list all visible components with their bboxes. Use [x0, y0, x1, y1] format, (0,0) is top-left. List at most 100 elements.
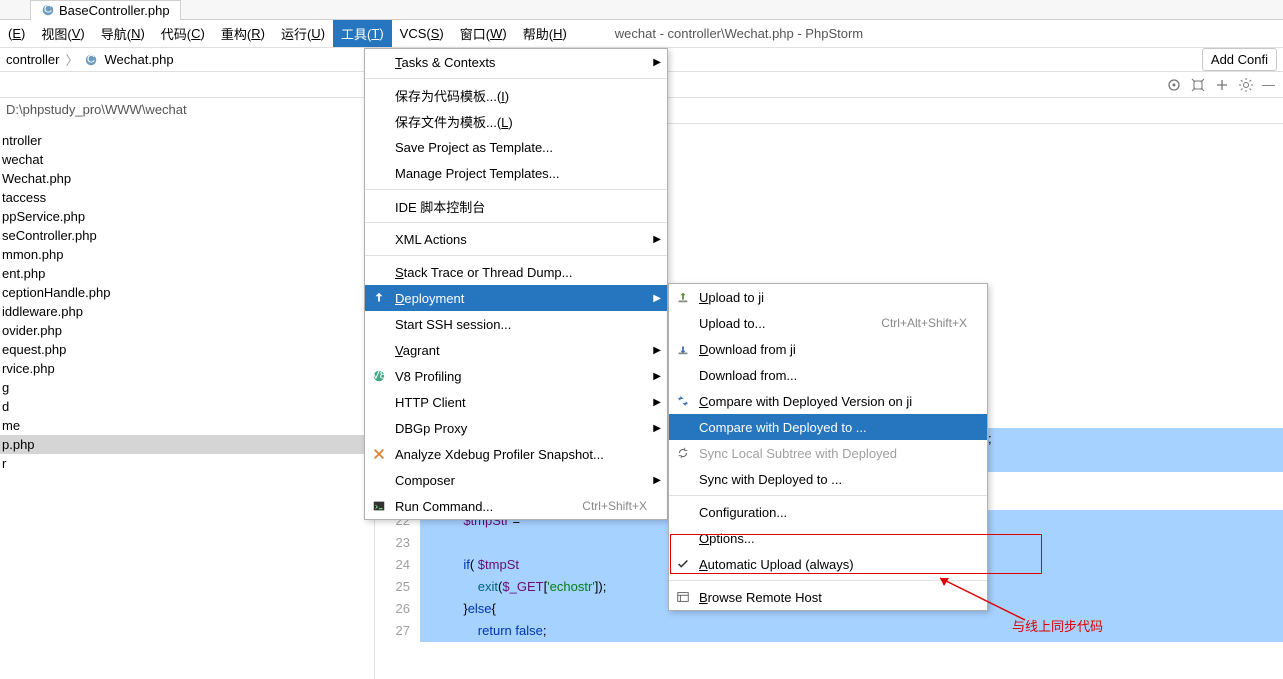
menu-item-label: Sync Local Subtree with Deployed	[699, 446, 897, 461]
menu-item[interactable]: Compare with Deployed Version on ji	[669, 388, 987, 414]
tools-menu: Tasks & Contexts▶ 保存为代码模板...(I)保存文件为模板...…	[364, 48, 668, 520]
deploy-icon	[371, 290, 387, 306]
breadcrumb-part[interactable]: controller	[6, 52, 59, 67]
gutter: 222324252627	[375, 510, 420, 642]
menu-item[interactable]: Analyze Xdebug Profiler Snapshot...	[365, 441, 667, 467]
sidebar-item[interactable]: me	[0, 416, 374, 435]
menu-item[interactable]: Composer▶	[365, 467, 667, 493]
menubar-item[interactable]: 运行(U)	[273, 20, 333, 47]
top-tab-label: BaseController.php	[59, 3, 170, 18]
collapse-icon[interactable]	[1214, 77, 1230, 93]
menu-item-label: Download from...	[699, 368, 797, 383]
menubar-item[interactable]: 工具(T)	[333, 20, 392, 47]
menubar-item[interactable]: VCS(S)	[392, 20, 452, 47]
menu-item[interactable]: Upload to ji	[669, 284, 987, 310]
menu-item-label: Save Project as Template...	[395, 140, 553, 155]
breadcrumb-separator: 〉	[65, 50, 78, 69]
sidebar-item[interactable]: ntroller	[0, 131, 374, 150]
project-root[interactable]: D:\phpstudy_pro\WWW\wechat	[0, 98, 374, 121]
sidebar-item[interactable]: Wechat.php	[0, 169, 374, 188]
sidebar-item[interactable]: ent.php	[0, 264, 374, 283]
menu-item[interactable]: V8V8 Profiling▶	[365, 363, 667, 389]
menubar-item[interactable]: 视图(V)	[33, 20, 92, 47]
menu-item[interactable]: Automatic Upload (always)	[669, 551, 987, 577]
menubar-item[interactable]: (E)	[0, 20, 33, 47]
sidebar-item[interactable]: ceptionHandle.php	[0, 283, 374, 302]
menu-item[interactable]: 保存文件为模板...(L)	[365, 108, 667, 134]
menu-item-label: Stack Trace or Thread Dump...	[395, 265, 573, 280]
menu-item[interactable]: Configuration...	[669, 499, 987, 525]
menu-item[interactable]: DBGp Proxy▶	[365, 415, 667, 441]
menu-item[interactable]: Start SSH session...	[365, 311, 667, 337]
menu-shortcut: Ctrl+Shift+X	[582, 499, 647, 513]
menubar-item[interactable]: 帮助(H)	[515, 20, 575, 47]
sidebar-item[interactable]: wechat	[0, 150, 374, 169]
menubar: (E)视图(V)导航(N)代码(C)重构(R)运行(U)工具(T)VCS(S)窗…	[0, 20, 1283, 48]
sidebar-item[interactable]: r	[0, 454, 374, 473]
sidebar-item[interactable]: rvice.php	[0, 359, 374, 378]
submenu-arrow-icon: ▶	[653, 345, 661, 356]
sync-icon	[675, 445, 691, 461]
window-title: wechat - controller\Wechat.php - PhpStor…	[615, 26, 863, 41]
sidebar-item[interactable]: ppService.php	[0, 207, 374, 226]
menu-item[interactable]: Sync with Deployed to ...	[669, 466, 987, 492]
menubar-item[interactable]: 代码(C)	[153, 20, 213, 47]
menu-shortcut: Ctrl+Alt+Shift+X	[881, 316, 967, 330]
deployment-submenu: Upload to jiUpload to...Ctrl+Alt+Shift+X…	[668, 283, 988, 611]
target-icon[interactable]	[1166, 77, 1182, 93]
menu-item-label: Compare with Deployed to ...	[699, 420, 867, 435]
svg-text:C: C	[44, 4, 52, 16]
menu-item[interactable]: Browse Remote Host	[669, 584, 987, 610]
breadcrumb: controller 〉 C Wechat.php	[6, 50, 174, 69]
sidebar-item[interactable]: ovider.php	[0, 321, 374, 340]
sidebar-item[interactable]: mmon.php	[0, 245, 374, 264]
menu-item[interactable]: Run Command...Ctrl+Shift+X	[365, 493, 667, 519]
svg-text:C: C	[87, 53, 95, 65]
sidebar-item[interactable]: equest.php	[0, 340, 374, 359]
sidebar-item[interactable]: iddleware.php	[0, 302, 374, 321]
menu-item[interactable]: Tasks & Contexts▶	[365, 49, 667, 75]
sidebar-item[interactable]: taccess	[0, 188, 374, 207]
menu-item[interactable]: IDE 脚本控制台	[365, 193, 667, 219]
sidebar-item[interactable]: d	[0, 397, 374, 416]
menu-item[interactable]: Vagrant▶	[365, 337, 667, 363]
menu-item[interactable]: XML Actions▶	[365, 226, 667, 252]
menu-item[interactable]: Save Project as Template...	[365, 134, 667, 160]
menu-item-label: Analyze Xdebug Profiler Snapshot...	[395, 447, 604, 462]
menu-item-label: Browse Remote Host	[699, 590, 822, 605]
menu-item-label: HTTP Client	[395, 395, 466, 410]
menu-item: Sync Local Subtree with Deployed	[669, 440, 987, 466]
browse-icon	[675, 589, 691, 605]
menu-item[interactable]: Deployment▶	[365, 285, 667, 311]
menubar-item[interactable]: 导航(N)	[93, 20, 153, 47]
sidebar-item[interactable]: seController.php	[0, 226, 374, 245]
menu-item-label: DBGp Proxy	[395, 421, 467, 436]
menu-item[interactable]: Stack Trace or Thread Dump...	[365, 259, 667, 285]
sidebar-item[interactable]: p.php	[0, 435, 374, 454]
php-file-icon: C	[41, 3, 55, 17]
menu-item[interactable]: Download from ji	[669, 336, 987, 362]
terminal-icon	[371, 498, 387, 514]
menu-item[interactable]: Upload to...Ctrl+Alt+Shift+X	[669, 310, 987, 336]
menu-item[interactable]: Manage Project Templates...	[365, 160, 667, 186]
v8-icon: V8	[371, 368, 387, 384]
svg-text:V8: V8	[372, 370, 386, 382]
menubar-item[interactable]: 重构(R)	[213, 20, 273, 47]
menu-item[interactable]: Download from...	[669, 362, 987, 388]
menu-item[interactable]: Compare with Deployed to ...	[669, 414, 987, 440]
expand-icon[interactable]	[1190, 77, 1206, 93]
top-tab[interactable]: C BaseController.php	[30, 0, 181, 20]
add-config-button[interactable]: Add Confi	[1202, 48, 1277, 71]
submenu-arrow-icon: ▶	[653, 397, 661, 408]
top-tab-strip: C BaseController.php	[0, 0, 1283, 20]
menu-item[interactable]: HTTP Client ▶	[365, 389, 667, 415]
gear-icon[interactable]	[1238, 77, 1254, 93]
breadcrumb-part[interactable]: Wechat.php	[104, 52, 173, 67]
submenu-arrow-icon: ▶	[653, 475, 661, 486]
menu-item-label: XML Actions	[395, 232, 467, 247]
menu-item[interactable]: Options...	[669, 525, 987, 551]
hide-icon[interactable]: —	[1262, 77, 1275, 92]
menubar-item[interactable]: 窗口(W)	[452, 20, 515, 47]
menu-item[interactable]: 保存为代码模板...(I)	[365, 82, 667, 108]
sidebar-item[interactable]: g	[0, 378, 374, 397]
